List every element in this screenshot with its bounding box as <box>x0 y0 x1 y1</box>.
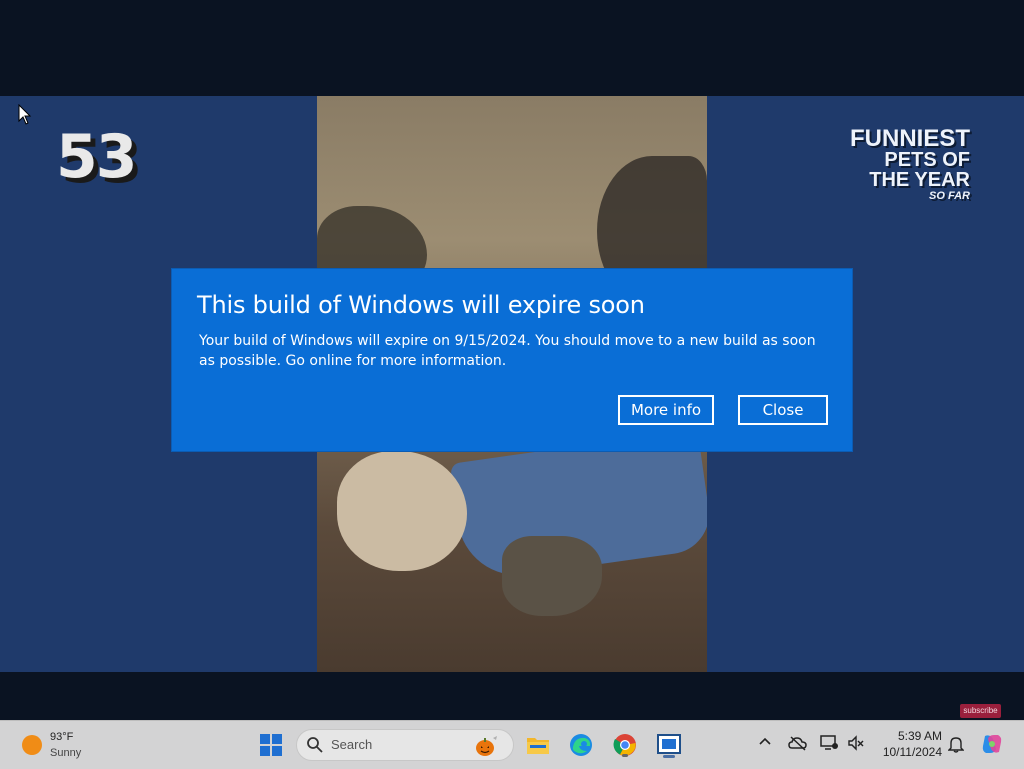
start-button[interactable] <box>257 731 285 759</box>
system-clock[interactable]: 5:39 AM 10/11/2024 <box>872 729 942 759</box>
sun-icon <box>22 735 42 755</box>
overlay-title-line2: PETS OF THE YEAR <box>869 149 970 191</box>
search-icon <box>307 737 323 753</box>
overlay-title-line1: FUNNIEST <box>850 125 970 152</box>
boot <box>502 536 602 616</box>
network-display-icon[interactable] <box>820 735 838 751</box>
clock-time: 5:39 AM <box>897 729 942 743</box>
pumpkin-icon <box>476 736 497 756</box>
running-indicator <box>622 754 628 757</box>
close-button[interactable]: Close <box>738 395 828 425</box>
speaker-muted-icon[interactable] <box>848 735 864 751</box>
folder-icon <box>527 738 549 754</box>
taskbar-search[interactable]: Search <box>296 729 514 761</box>
expiry-dialog: This build of Windows will expire soon Y… <box>172 269 852 451</box>
file-explorer-button[interactable] <box>524 731 552 759</box>
search-placeholder: Search <box>331 737 373 752</box>
weather-condition: Sunny <box>50 747 82 759</box>
dialog-message: Your build of Windows will expire on 9/1… <box>199 333 816 369</box>
edge-button[interactable] <box>567 731 595 759</box>
chevron-up-icon[interactable] <box>758 735 772 749</box>
window-icon <box>657 734 681 754</box>
active-app-button[interactable] <box>655 731 683 759</box>
notification-bell-icon[interactable] <box>948 735 964 753</box>
copilot-icon[interactable] <box>980 732 1004 756</box>
chrome-button[interactable] <box>611 731 639 759</box>
weather-widget[interactable]: 93°F Sunny <box>18 731 118 761</box>
subscribe-badge[interactable]: subscribe <box>960 704 1001 718</box>
video-overlay-title: FUNNIEST PETS OF THE YEAR SO FAR <box>848 125 970 203</box>
active-indicator <box>663 755 675 758</box>
dialog-title: This build of Windows will expire soon <box>197 291 645 319</box>
mouse-cursor-icon <box>18 104 32 125</box>
onedrive-offline-icon[interactable] <box>788 735 808 751</box>
overlay-title-line3: SO FAR <box>929 190 970 202</box>
edge-icon <box>570 734 592 756</box>
dog-head <box>337 451 467 571</box>
weather-temp: 93°F <box>50 731 74 743</box>
taskbar: 93°F Sunny Search 5:39 AM 10/11/2024 <box>0 720 1024 769</box>
windows-logo-icon <box>260 734 282 756</box>
video-rank-number: 53 <box>56 122 137 192</box>
clock-date: 10/11/2024 <box>882 745 942 759</box>
more-info-button[interactable]: More info <box>618 395 714 425</box>
